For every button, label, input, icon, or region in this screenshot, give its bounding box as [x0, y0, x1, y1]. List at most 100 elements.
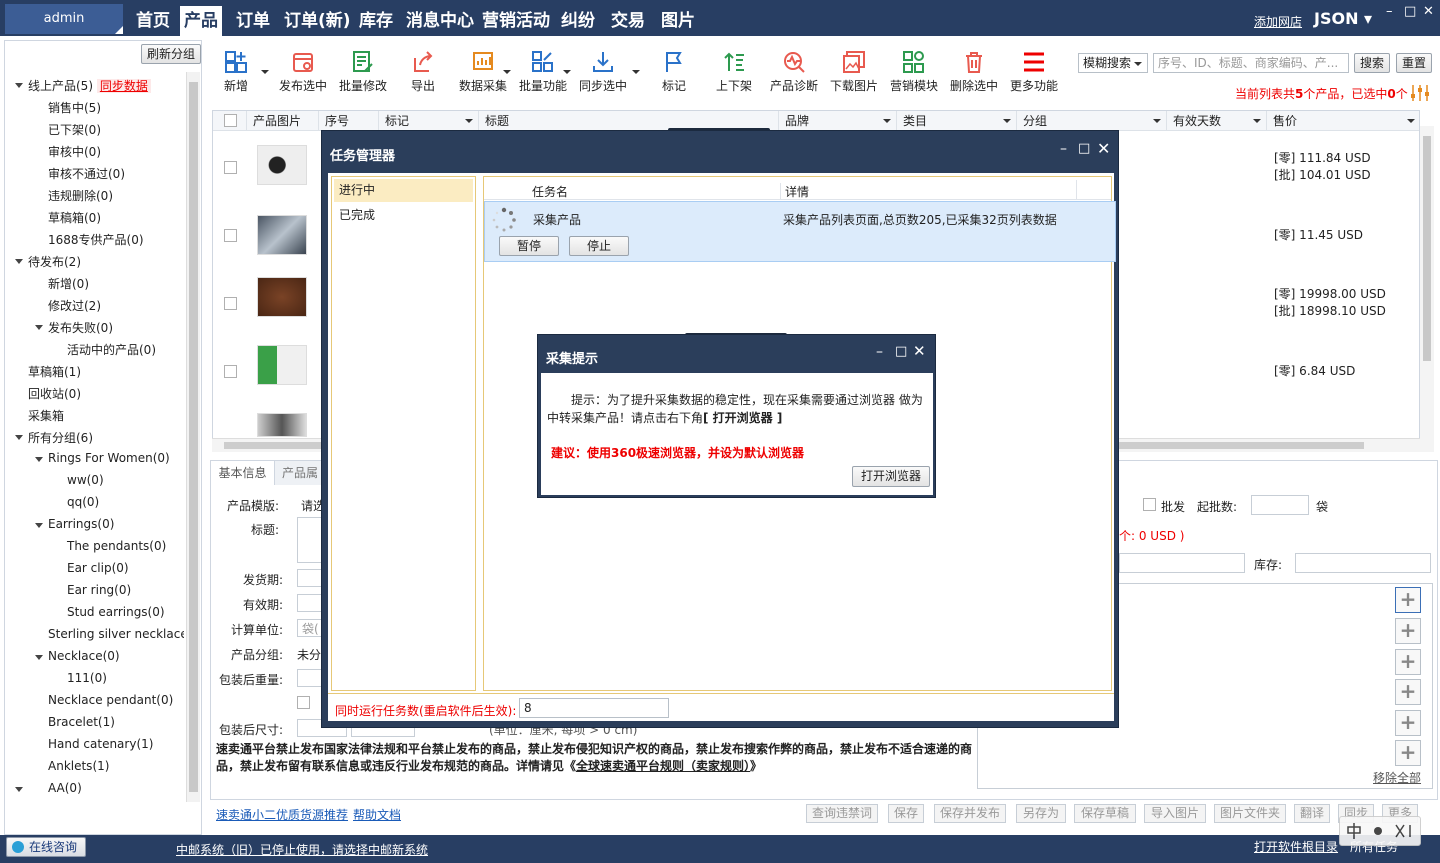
grid-vertical-scrollbar[interactable] [1420, 126, 1434, 452]
minimize-icon[interactable]: – [876, 344, 883, 360]
tree-item[interactable]: ww(0) [67, 473, 104, 487]
tree-item[interactable]: Hand catenary(1) [48, 737, 153, 751]
col-category[interactable]: 类目 [897, 111, 1017, 131]
tab-completed[interactable]: 已完成 [334, 204, 473, 227]
col-brand[interactable]: 品牌 [779, 111, 897, 131]
tree-groups[interactable]: 所有分组(6) [28, 429, 93, 446]
tree-item[interactable]: 销售中(5) [48, 99, 101, 116]
nav-marketing[interactable]: 营销活动 [478, 6, 554, 36]
more-functions-button[interactable]: 更多功能 [1004, 40, 1064, 102]
price-input[interactable] [1119, 553, 1245, 573]
tree-pending[interactable]: 待发布(2) [28, 253, 81, 270]
marketing-module-button[interactable]: 营销模块 [884, 40, 944, 102]
close-icon[interactable]: ✕ [913, 342, 926, 360]
add-image-icon[interactable]: + [1395, 740, 1421, 766]
add-shop-link[interactable]: 添加网店 [1254, 13, 1302, 30]
delete-selected-button[interactable]: 删除选中 [944, 40, 1004, 102]
tree-item[interactable]: Anklets(1) [48, 759, 109, 773]
tree-item[interactable]: 修改过(2) [48, 297, 101, 314]
source-recommend-link[interactable]: 速卖通小二优质货源推荐 [216, 806, 348, 823]
row-checkbox[interactable] [224, 229, 237, 242]
sync-data-link[interactable]: 同步数据 [96, 79, 151, 93]
nav-images[interactable]: 图片 [657, 6, 699, 36]
nav-messages[interactable]: 消息中心 [402, 6, 478, 36]
close-icon[interactable]: ✕ [1423, 4, 1434, 19]
minimize-icon[interactable]: – [1386, 4, 1393, 19]
nav-orders-new[interactable]: 订单(新) [280, 6, 355, 36]
image-folder-button[interactable]: 图片文件夹 [1214, 804, 1286, 823]
add-image-icon[interactable]: + [1395, 679, 1421, 705]
tab-product-attrs[interactable]: 产品属 [275, 461, 325, 485]
tree-item[interactable]: AA(0) [48, 781, 82, 795]
tree-item[interactable]: 审核中(0) [48, 143, 101, 160]
ime-toolbar[interactable] [1339, 816, 1421, 846]
search-button[interactable]: 搜索 [1354, 53, 1390, 73]
save-publish-button[interactable]: 保存并发布 [934, 804, 1006, 823]
col-group[interactable]: 分组 [1017, 111, 1167, 131]
import-images-button[interactable]: 导入图片 [1144, 804, 1206, 823]
add-image-icon[interactable]: + [1395, 649, 1421, 675]
add-button[interactable]: 新增 [214, 40, 258, 102]
tree-drafts[interactable]: 草稿箱(1) [28, 363, 81, 380]
product-thumbnail[interactable] [257, 277, 307, 317]
account-menu[interactable]: JSON ▾ [1314, 9, 1372, 28]
add-image-icon[interactable]: + [1395, 710, 1421, 736]
tree-item[interactable]: 审核不通过(0) [48, 165, 125, 182]
tree-item[interactable]: Ear clip(0) [67, 561, 129, 575]
tree-failed[interactable]: 发布失败(0) [48, 319, 113, 336]
platform-rules-link[interactable]: 全球速卖通平台规则（卖家规则） [576, 759, 750, 773]
product-thumbnail[interactable] [257, 145, 307, 185]
download-images-button[interactable]: 下载图片 [824, 40, 884, 102]
add-image-icon[interactable]: + [1395, 618, 1421, 644]
publish-selected-button[interactable]: 发布选中 [272, 40, 334, 102]
tree-item[interactable]: 1688专供产品(0) [48, 231, 144, 248]
tree-item[interactable]: Necklace(0) [48, 649, 120, 663]
task-row[interactable]: 采集产品 采集产品列表页面,总页数205,已采集32页列表数据 暂停 停止 [484, 201, 1116, 262]
open-browser-button[interactable]: 打开浏览器 [852, 466, 930, 487]
tree-item[interactable]: 违规删除(0) [48, 187, 113, 204]
tree-item[interactable]: 新增(0) [48, 275, 89, 292]
close-icon[interactable]: ✕ [1097, 139, 1110, 158]
remove-all-link[interactable]: 移除全部 [1373, 769, 1421, 786]
maximize-icon[interactable]: □ [1404, 4, 1416, 19]
tree-item[interactable]: Ear ring(0) [67, 583, 131, 597]
tree-collect[interactable]: 采集箱 [28, 407, 64, 424]
product-thumbnail[interactable] [257, 413, 307, 437]
tab-in-progress[interactable]: 进行中 [334, 179, 473, 202]
add-image-icon[interactable]: + [1395, 587, 1421, 613]
row-checkbox[interactable] [224, 297, 237, 310]
stock-input[interactable] [1295, 553, 1431, 573]
col-seq[interactable]: 序号 [319, 111, 379, 131]
wholesale-checkbox[interactable] [1143, 498, 1156, 511]
save-draft-button[interactable]: 保存草稿 [1074, 804, 1136, 823]
reset-button[interactable]: 重置 [1396, 53, 1432, 73]
tree-recycle[interactable]: 回收站(0) [28, 385, 81, 402]
col-mark[interactable]: 标记 [379, 111, 479, 131]
product-thumbnail[interactable] [257, 215, 307, 255]
list-delist-button[interactable]: 上下架 [710, 40, 758, 102]
concurrent-input[interactable]: 8 [519, 698, 669, 718]
nav-home[interactable]: 首页 [132, 6, 174, 36]
user-account[interactable]: admin [5, 4, 123, 34]
nav-trade[interactable]: 交易 [607, 6, 649, 36]
tree-item[interactable]: 已下架(0) [48, 121, 101, 138]
nav-products[interactable]: 产品 [180, 6, 222, 36]
min-batch-input[interactable] [1251, 495, 1309, 515]
export-button[interactable]: 导出 [402, 40, 444, 102]
open-root-folder-link[interactable]: 打开软件根目录 [1254, 838, 1338, 855]
mark-button[interactable]: 标记 [654, 40, 694, 102]
tree-item[interactable]: qq(0) [67, 495, 99, 509]
pause-button[interactable]: 暂停 [499, 236, 559, 256]
save-as-button[interactable]: 另存为 [1016, 804, 1066, 823]
tree-item[interactable]: Stud earrings(0) [67, 605, 165, 619]
help-docs-link[interactable]: 帮助文档 [353, 806, 401, 823]
status-message[interactable]: 中邮系统（旧）已停止使用，请选择中邮新系统 [176, 841, 428, 858]
sidebar-scrollbar[interactable] [186, 72, 200, 802]
tree-item[interactable]: 草稿箱(0) [48, 209, 101, 226]
tree-item[interactable]: Rings For Women(0) [48, 451, 170, 465]
tree-item[interactable]: 111(0) [67, 671, 107, 685]
online-consult-button[interactable]: 在线咨询 [6, 837, 86, 857]
sync-selected-button[interactable]: 同步选中 [574, 40, 632, 102]
tree-item[interactable]: Sterling silver necklace( [48, 627, 184, 641]
tree-online[interactable]: 线上产品(5) 同步数据 [28, 77, 151, 94]
